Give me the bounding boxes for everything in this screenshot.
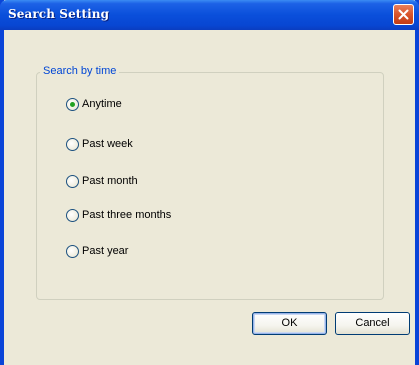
- close-button[interactable]: [393, 4, 414, 25]
- group-label: Search by time: [40, 64, 120, 78]
- radio-past-year[interactable]: Past year: [66, 243, 128, 259]
- radio-past-month[interactable]: Past month: [66, 173, 138, 189]
- radio-button[interactable]: [66, 174, 79, 188]
- radio-button-checked[interactable]: [66, 97, 79, 111]
- title-bar[interactable]: Search Setting: [0, 0, 419, 30]
- radio-anytime[interactable]: Anytime: [66, 96, 122, 112]
- ok-button[interactable]: OK: [252, 312, 327, 335]
- radio-label-anytime: Anytime: [82, 98, 122, 110]
- radio-button[interactable]: [66, 244, 79, 258]
- cancel-button[interactable]: Cancel: [335, 312, 410, 335]
- radio-label-past-year: Past year: [82, 245, 129, 257]
- radio-button[interactable]: [66, 208, 79, 222]
- radio-past-three-months[interactable]: Past three months: [66, 207, 171, 223]
- search-setting-dialog: Search Setting Search by time Anytime Pa…: [0, 0, 419, 365]
- radio-label-past-week: Past week: [82, 138, 133, 150]
- window-title: Search Setting: [8, 7, 110, 21]
- radio-label-past-three-months: Past three months: [82, 209, 172, 221]
- close-icon: [398, 9, 409, 20]
- radio-label-past-month: Past month: [82, 175, 138, 187]
- radio-button[interactable]: [66, 137, 79, 151]
- radio-past-week[interactable]: Past week: [66, 136, 133, 152]
